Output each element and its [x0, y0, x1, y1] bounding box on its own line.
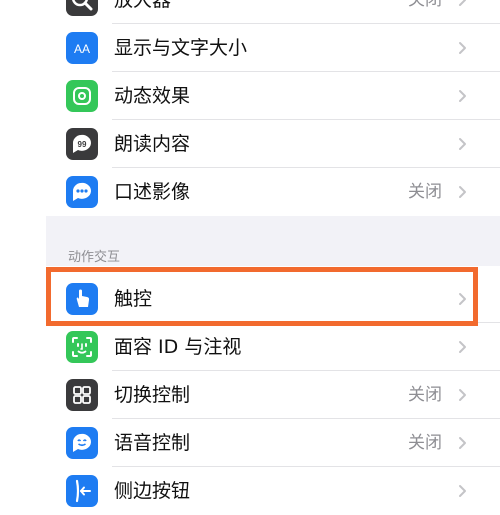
touch-icon — [66, 283, 98, 315]
audio-description-icon — [66, 176, 98, 208]
chevron-right-icon — [456, 0, 468, 7]
svg-text:99: 99 — [78, 140, 87, 149]
row-label: 显示与文字大小 — [114, 37, 248, 59]
magnifier-icon — [66, 0, 98, 16]
row-label: 切换控制 — [114, 384, 191, 406]
chevron-right-icon — [456, 185, 468, 199]
text-size-icon: AA — [66, 32, 98, 64]
row-label: 口述影像 — [114, 181, 191, 203]
chevron-right-icon — [456, 137, 468, 151]
row-magnifier[interactable]: 放大器 关闭 — [46, 0, 500, 24]
row-label: 动态效果 — [114, 85, 191, 107]
row-value: 关闭 — [408, 385, 442, 405]
chevron-right-icon — [456, 340, 468, 354]
voice-control-icon — [66, 427, 98, 459]
row-label: 触控 — [114, 288, 153, 310]
row-display-text-size[interactable]: AA 显示与文字大小 — [46, 24, 500, 72]
row-side-button[interactable]: 侧边按钮 — [46, 467, 500, 515]
row-voice-control[interactable]: 语音控制 关闭 — [46, 419, 500, 467]
chevron-right-icon — [456, 41, 468, 55]
row-switch-control[interactable]: 切换控制 关闭 — [46, 371, 500, 419]
chevron-right-icon — [456, 388, 468, 402]
row-label: 面容 ID 与注视 — [114, 336, 242, 358]
switch-control-icon — [66, 379, 98, 411]
motion-icon — [66, 80, 98, 112]
speech-icon: 99 — [66, 128, 98, 160]
row-audio-descriptions[interactable]: 口述影像 关闭 — [46, 168, 500, 216]
row-label: 语音控制 — [114, 432, 191, 454]
chevron-right-icon — [456, 292, 468, 306]
chevron-right-icon — [456, 484, 468, 498]
side-button-icon — [66, 475, 98, 507]
row-value: 关闭 — [408, 182, 442, 202]
row-value: 关闭 — [408, 0, 442, 10]
row-face-id[interactable]: 面容 ID 与注视 — [46, 323, 500, 371]
row-label: 朗读内容 — [114, 133, 191, 155]
row-touch[interactable]: 触控 — [46, 275, 500, 323]
chevron-right-icon — [456, 436, 468, 450]
row-value: 关闭 — [408, 433, 442, 453]
row-spoken-content[interactable]: 99 朗读内容 — [46, 120, 500, 168]
row-motion[interactable]: 动态效果 — [46, 72, 500, 120]
svg-text:AA: AA — [74, 42, 90, 56]
row-label: 放大器 — [114, 0, 172, 11]
face-id-icon — [66, 331, 98, 363]
chevron-right-icon — [456, 89, 468, 103]
section-header: 动作交互 — [68, 250, 121, 265]
row-label: 侧边按钮 — [114, 480, 191, 502]
